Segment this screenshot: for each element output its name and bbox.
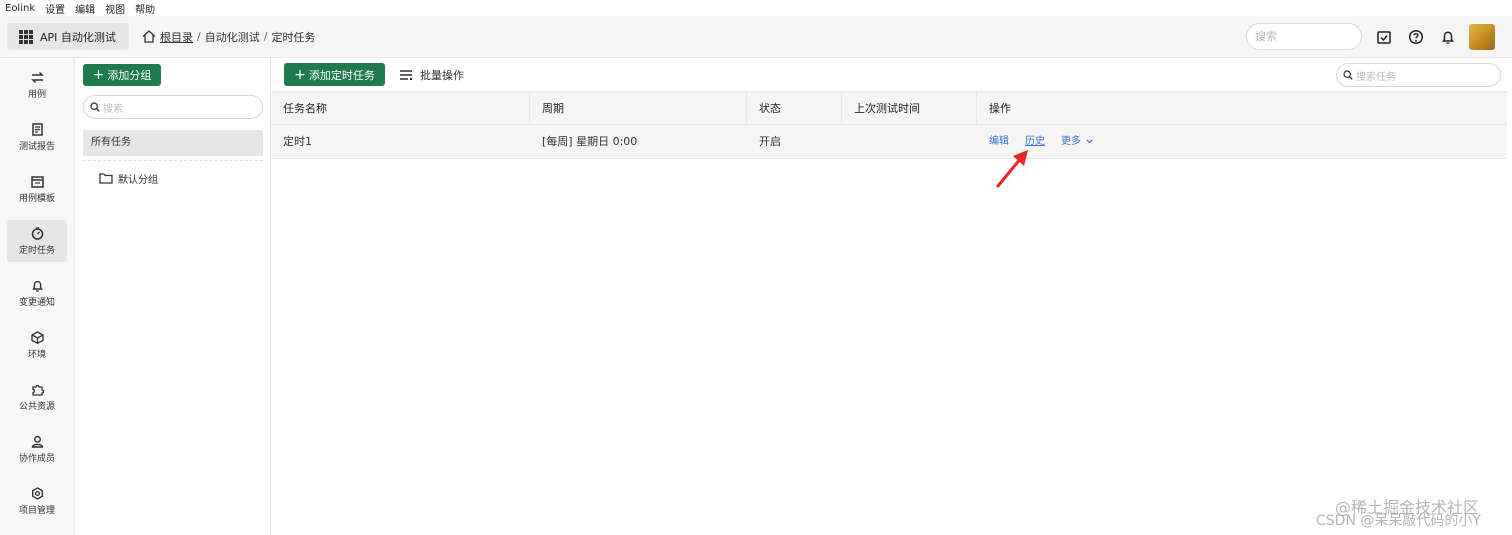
column-header-actions: 操作 <box>989 102 1011 115</box>
gear-icon <box>31 486 43 500</box>
sidebar-item-members[interactable]: 协作成员 <box>7 428 67 470</box>
menu-settings[interactable]: 设置 <box>45 1 65 16</box>
column-header-last-run: 上次测试时间 <box>842 92 977 125</box>
add-group-label: 添加分组 <box>107 69 152 82</box>
column-header-cycle: 周期 <box>530 92 747 125</box>
help-icon[interactable] <box>1408 29 1424 45</box>
table-header: 任务名称 周期 状态 上次测试时间 操作 <box>271 91 1507 125</box>
home-icon <box>142 30 156 43</box>
menu-view[interactable]: 视图 <box>105 1 125 16</box>
task-check-icon[interactable] <box>1376 29 1392 45</box>
menu-edit[interactable]: 编辑 <box>75 1 95 16</box>
annotation-arrow-icon <box>996 150 1028 188</box>
menu-eolink[interactable]: Eolink <box>5 3 35 14</box>
bell-icon <box>31 280 43 292</box>
tasks-table: 任务名称 周期 状态 上次测试时间 操作 定时1 [每周] 星期日 0:00 开… <box>271 91 1507 159</box>
breadcrumb-separator: / <box>263 30 268 43</box>
sidebar-item-label: 定时任务 <box>18 245 55 256</box>
plus-icon: + <box>294 66 306 83</box>
search-icon <box>1343 70 1353 80</box>
column-header-status: 状态 <box>747 92 842 125</box>
more-dropdown[interactable]: 更多 <box>1061 125 1093 158</box>
add-task-label: 添加定时任务 <box>308 68 375 82</box>
group-item-label: 默认分组 <box>118 174 158 186</box>
report-icon <box>31 122 43 136</box>
group-panel: + 添加分组 搜索 所有任务 默认分组 <box>75 58 271 535</box>
sidebar-item-public-resources[interactable]: 公共资源 <box>7 376 67 418</box>
sidebar-item-cases[interactable]: 用例 <box>7 64 67 106</box>
user-icon <box>31 435 43 448</box>
sidebar-item-notifications[interactable]: 变更通知 <box>7 272 67 314</box>
sidebar-item-label: 协作成员 <box>18 453 55 464</box>
sidebar-item-label: 公共资源 <box>18 401 55 412</box>
task-search-input[interactable]: 搜索任务 <box>1336 63 1501 87</box>
sidebar-item-environment[interactable]: 环境 <box>7 324 67 366</box>
sidebar-item-label: 环境 <box>27 349 46 360</box>
add-scheduled-task-button[interactable]: + 添加定时任务 <box>284 63 385 86</box>
sidebar-item-project-management[interactable]: 项目管理 <box>7 480 67 522</box>
top-header: API 自动化测试 根目录 / 自动化测试 / 定时任务 搜索 <box>0 16 1512 58</box>
column-header-task-name: 任务名称 <box>271 92 530 125</box>
folder-icon <box>99 173 113 184</box>
sidebar-item-label: 项目管理 <box>18 505 55 516</box>
menu-help[interactable]: 帮助 <box>135 1 155 16</box>
left-nav: 用例 测试报告 用例模板 定时任务 变更通知 环境 公共资源 协作成员 项目管理 <box>0 58 75 535</box>
app-name: API 自动化测试 <box>40 30 116 44</box>
timer-icon <box>31 226 43 240</box>
group-search-placeholder: 搜索 <box>103 103 123 115</box>
menubar: Eolink 设置 编辑 视图 帮助 <box>0 0 1512 16</box>
sidebar-item-label: 变更通知 <box>18 297 55 308</box>
breadcrumb: 根目录 / 自动化测试 / 定时任务 <box>142 23 315 50</box>
status-cell: 开启 <box>759 135 781 148</box>
grid-icon <box>19 29 33 44</box>
sidebar-item-label: 用例模板 <box>18 193 55 204</box>
all-tasks-item[interactable]: 所有任务 <box>83 130 263 156</box>
swap-icon <box>30 71 44 83</box>
table-row[interactable]: 定时1 [每周] 星期日 0:00 开启 编辑 历史 更多 <box>271 125 1507 159</box>
breadcrumb-home-link[interactable]: 根目录 <box>160 29 193 45</box>
sidebar-item-label: 用例 <box>27 89 46 100</box>
batch-operation-button[interactable]: 批量操作 <box>399 64 464 86</box>
more-label: 更多 <box>1061 136 1081 147</box>
app-switcher-button[interactable]: API 自动化测试 <box>7 23 129 50</box>
breadcrumb-separator: / <box>197 30 201 43</box>
avatar[interactable] <box>1469 24 1495 50</box>
template-icon <box>30 175 44 188</box>
sidebar-item-scheduled-tasks[interactable]: 定时任务 <box>7 220 67 262</box>
main-panel: + 添加定时任务 批量操作 搜索任务 任务名称 周期 状态 上次测试时间 操作 … <box>271 58 1512 535</box>
batch-label: 批量操作 <box>420 69 464 82</box>
list-icon <box>400 70 413 81</box>
puzzle-icon <box>31 384 44 396</box>
sidebar-item-templates[interactable]: 用例模板 <box>7 168 67 210</box>
add-group-button[interactable]: + 添加分组 <box>83 64 161 86</box>
task-name-cell: 定时1 <box>283 135 312 148</box>
group-search-input[interactable]: 搜索 <box>83 95 263 119</box>
sidebar-item-reports[interactable]: 测试报告 <box>7 116 67 158</box>
plus-icon: + <box>92 67 105 83</box>
task-search-placeholder: 搜索任务 <box>1356 71 1396 83</box>
search-icon <box>90 102 100 112</box>
breadcrumb-level1[interactable]: 自动化测试 <box>205 29 260 45</box>
cycle-cell: [每周] 星期日 0:00 <box>542 135 638 148</box>
cube-icon <box>30 330 44 344</box>
bell-icon[interactable] <box>1440 29 1456 45</box>
group-item-default[interactable]: 默认分组 <box>99 170 158 186</box>
sidebar-item-label: 测试报告 <box>18 141 55 152</box>
divider <box>83 160 263 161</box>
chevron-down-icon <box>1086 138 1093 143</box>
breadcrumb-current: 定时任务 <box>271 30 316 44</box>
global-search-input[interactable]: 搜索 <box>1246 23 1362 50</box>
last-run-cell <box>842 125 854 158</box>
